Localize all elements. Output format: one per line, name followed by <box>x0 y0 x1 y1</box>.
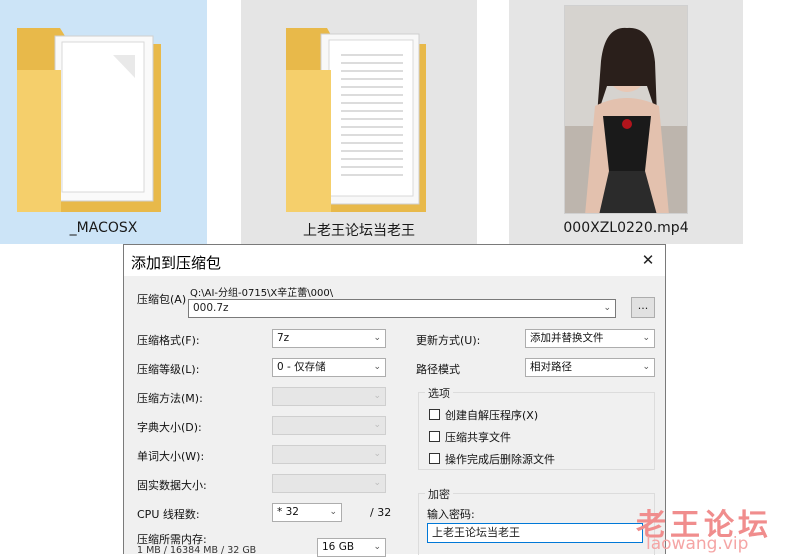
memory-detail: 1 MB / 16384 MB / 32 GB <box>137 545 257 556</box>
archive-label: 压缩包(A) <box>137 293 187 306</box>
dialog-title: 添加到压缩包 <box>131 254 222 272</box>
update-mode-select[interactable]: 添加并替换文件 ⌄ <box>525 329 655 348</box>
chevron-down-icon: ⌄ <box>642 362 650 372</box>
chevron-down-icon: ⌄ <box>329 507 337 517</box>
chevron-down-icon: ⌄ <box>373 391 381 401</box>
dictionary-label: 字典大小(D): <box>137 421 202 434</box>
folder-icon <box>17 28 161 212</box>
archive-folder-path: Q:\AI-分组-0715\X辛芷蕾\000\ <box>190 288 334 299</box>
sfx-checkbox[interactable] <box>429 409 440 420</box>
level-value: 0 - 仅存储 <box>277 361 326 373</box>
chevron-down-icon: ⌄ <box>373 478 381 488</box>
options-title: 选项 <box>425 385 453 401</box>
password-input[interactable]: 上老王论坛当老王 <box>427 523 643 543</box>
level-select[interactable]: 0 - 仅存储 ⌄ <box>272 358 386 377</box>
chevron-down-icon: ⌄ <box>373 333 381 343</box>
delete-source-label: 操作完成后删除源文件 <box>445 453 555 466</box>
folder-tile-laowang[interactable]: 上老王论坛当老王 <box>241 0 477 244</box>
shared-files-checkbox[interactable] <box>429 431 440 442</box>
dialog-titlebar[interactable]: 添加到压缩包 ✕ <box>124 245 665 276</box>
word-size-select[interactable]: ⌄ <box>272 445 386 464</box>
archive-path-value: 000.7z <box>193 302 229 314</box>
path-mode-select[interactable]: 相对路径 ⌄ <box>525 358 655 377</box>
chevron-down-icon: ⌄ <box>373 362 381 372</box>
word-size-label: 单词大小(W): <box>137 450 205 463</box>
close-icon[interactable]: ✕ <box>631 245 665 276</box>
solid-size-select[interactable]: ⌄ <box>272 474 386 493</box>
options-group: 选项 创建自解压程序(X) 压缩共享文件 操作完成后删除源文件 <box>418 385 655 470</box>
delete-source-checkbox[interactable] <box>429 453 440 464</box>
file-name: 000XZL0220.mp4 <box>563 220 689 236</box>
dictionary-select[interactable]: ⌄ <box>272 416 386 435</box>
cpu-threads-select[interactable]: * 32 ⌄ <box>272 503 342 522</box>
folder-icon <box>286 28 426 212</box>
update-mode-label: 更新方式(U): <box>416 334 481 347</box>
cpu-threads-value: * 32 <box>277 506 299 518</box>
memory-value: 16 GB <box>322 541 355 553</box>
add-to-archive-dialog: 添加到压缩包 ✕ 压缩包(A) Q:\AI-分组-0715\X辛芷蕾\000\ … <box>123 244 666 557</box>
video-thumbnail <box>564 5 688 214</box>
update-mode-value: 添加并替换文件 <box>530 332 604 344</box>
video-tile[interactable]: 000XZL0220.mp4 <box>509 0 743 244</box>
method-label: 压缩方法(M): <box>137 392 203 405</box>
chevron-down-icon: ⌄ <box>373 449 381 459</box>
level-label: 压缩等级(L): <box>137 363 200 376</box>
password-label: 输入密码: <box>427 508 475 521</box>
format-select[interactable]: 7z ⌄ <box>272 329 386 348</box>
cpu-threads-max: / 32 <box>370 506 392 519</box>
encryption-title: 加密 <box>425 486 453 502</box>
chevron-down-icon: ⌄ <box>603 303 611 313</box>
solid-size-label: 固实数据大小: <box>137 479 207 492</box>
cpu-threads-label: CPU 线程数: <box>137 508 200 521</box>
memory-select[interactable]: 16 GB ⌄ <box>317 538 386 557</box>
chevron-down-icon: ⌄ <box>373 420 381 430</box>
shared-files-label: 压缩共享文件 <box>445 431 511 444</box>
folder-tile-macosx[interactable]: _MACOSX <box>0 0 207 244</box>
file-name: _MACOSX <box>69 220 138 236</box>
path-mode-label: 路径模式 <box>416 363 460 376</box>
browse-button[interactable]: ... <box>631 297 655 318</box>
chevron-down-icon: ⌄ <box>642 333 650 343</box>
format-value: 7z <box>277 332 290 344</box>
format-label: 压缩格式(F): <box>137 334 200 347</box>
path-mode-value: 相对路径 <box>530 361 572 373</box>
password-value: 上老王论坛当老王 <box>432 526 520 539</box>
sfx-label: 创建自解压程序(X) <box>445 409 539 422</box>
archive-path-combobox[interactable]: 000.7z ⌄ <box>188 299 616 318</box>
method-select[interactable]: ⌄ <box>272 387 386 406</box>
file-name: 上老王论坛当老王 <box>303 223 415 239</box>
chevron-down-icon: ⌄ <box>373 542 381 552</box>
